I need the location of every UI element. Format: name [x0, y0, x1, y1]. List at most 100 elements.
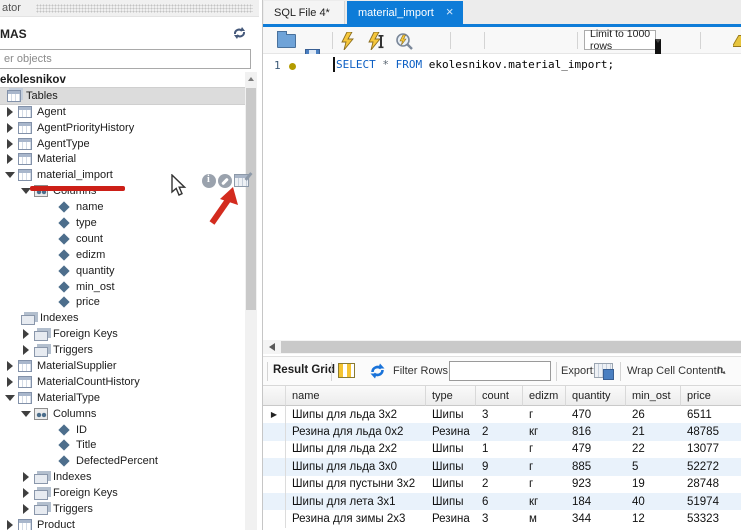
cell-min-ost[interactable]: 12	[626, 510, 681, 527]
cell-count[interactable]: 9	[476, 458, 523, 475]
cell-price[interactable]: 48785	[681, 423, 741, 440]
cell-edizm[interactable]: г	[523, 476, 566, 493]
cell-min-ost[interactable]: 26	[626, 406, 681, 423]
scroll-up-icon[interactable]	[245, 72, 257, 85]
tree-item[interactable]: Indexes	[0, 469, 245, 485]
expand-arrow-icon[interactable]	[21, 472, 34, 482]
tree-item[interactable]: Columns	[0, 406, 245, 422]
table-row[interactable]: Шипы для льда 2x2 Шипы 1 г 479 22 13077	[263, 441, 741, 458]
cell-count[interactable]: 1	[476, 441, 523, 458]
limit-rows-dropdown[interactable]: Limit to 1000 rows	[584, 30, 656, 50]
cell-name[interactable]: Шипы для льда 3x0	[286, 458, 426, 475]
tree-item[interactable]: AgentType	[0, 136, 245, 152]
cell-price[interactable]: 51974	[681, 493, 741, 510]
wrap-cell-icon[interactable]	[717, 363, 725, 377]
expand-arrow-icon[interactable]	[5, 361, 18, 371]
cell-quantity[interactable]: 885	[566, 458, 626, 475]
cell-quantity[interactable]: 344	[566, 510, 626, 527]
cell-quantity[interactable]: 184	[566, 493, 626, 510]
cell-price[interactable]: 52272	[681, 458, 741, 475]
row-selector[interactable]: ▶	[263, 406, 286, 423]
table-row[interactable]: Шипы для льда 3x0 Шипы 9 г 885 5 52272	[263, 458, 741, 475]
cell-type[interactable]: Шипы	[426, 406, 476, 423]
cell-name[interactable]: Шипы для льда 3x2	[286, 406, 426, 423]
row-selector[interactable]	[263, 510, 286, 527]
tree-item[interactable]: Indexes	[0, 310, 245, 326]
tree-item[interactable]: AgentPriorityHistory	[0, 120, 245, 136]
table-row[interactable]: Резина для зимы 2x3 Резина 3 м 344 12 53…	[263, 510, 741, 527]
open-file-icon[interactable]	[277, 34, 296, 48]
export-icon[interactable]	[594, 363, 613, 378]
cell-count[interactable]: 2	[476, 423, 523, 440]
cell-min-ost[interactable]: 19	[626, 476, 681, 493]
cell-edizm[interactable]: г	[523, 441, 566, 458]
tree-item[interactable]: DefectedPercent	[0, 453, 245, 469]
scroll-left-icon[interactable]	[265, 341, 279, 353]
cell-name[interactable]: Шипы для лета 3x1	[286, 493, 426, 510]
expand-arrow-icon[interactable]	[21, 488, 34, 498]
beautify-icon-partial[interactable]	[733, 33, 741, 47]
tree-item[interactable]: Agent	[0, 104, 245, 120]
column-header[interactable]: quantity	[566, 386, 626, 406]
tree-item[interactable]: Product	[0, 517, 245, 530]
expand-arrow-icon[interactable]	[21, 329, 34, 339]
tree-item[interactable]: MaterialCountHistory	[0, 374, 245, 390]
cell-min-ost[interactable]: 40	[626, 493, 681, 510]
column-header[interactable]: name	[286, 386, 426, 406]
sql-code-editor[interactable]: 1 SELECT * FROM ekolesnikov.material_imp…	[263, 54, 741, 340]
cell-count[interactable]: 2	[476, 476, 523, 493]
row-selector[interactable]	[263, 458, 286, 475]
tree-item[interactable]: Triggers	[0, 501, 245, 517]
cell-edizm[interactable]: кг	[523, 423, 566, 440]
cell-count[interactable]: 3	[476, 510, 523, 527]
cell-edizm[interactable]: г	[523, 458, 566, 475]
row-selector[interactable]	[263, 423, 286, 440]
cell-type[interactable]: Резина	[426, 423, 476, 440]
grid-icon[interactable]	[338, 363, 355, 378]
cell-edizm[interactable]: кг	[523, 493, 566, 510]
cell-type[interactable]: Шипы	[426, 476, 476, 493]
column-header[interactable]: edizm	[523, 386, 566, 406]
tree-item[interactable]: quantity	[0, 263, 245, 279]
column-header[interactable]: type	[426, 386, 476, 406]
explain-icon[interactable]	[395, 32, 414, 50]
tree-item[interactable]: count	[0, 231, 245, 247]
expand-arrow-icon[interactable]	[21, 345, 34, 355]
tree-item[interactable]: Title	[0, 437, 245, 453]
tree-item[interactable]: Tables	[0, 88, 245, 104]
tree-item[interactable]: ekolesnikov	[0, 72, 245, 88]
sidebar-scrollbar[interactable]	[245, 72, 257, 530]
row-selector[interactable]	[263, 493, 286, 510]
cell-min-ost[interactable]: 5	[626, 458, 681, 475]
table-row[interactable]: Шипы для пустыни 3x2 Шипы 2 г 923 19 287…	[263, 476, 741, 493]
schemas-refresh-icon[interactable]	[232, 26, 247, 40]
cell-count[interactable]: 6	[476, 493, 523, 510]
expand-arrow-icon[interactable]	[5, 123, 18, 133]
tab-material-import[interactable]: material_import	[347, 1, 463, 24]
tab-sql-file-4[interactable]: SQL File 4*	[264, 1, 345, 24]
cell-type[interactable]: Шипы	[426, 458, 476, 475]
tree-item[interactable]: MaterialSupplier	[0, 358, 245, 374]
expand-arrow-icon[interactable]	[5, 377, 18, 387]
tree-item[interactable]: ID	[0, 422, 245, 438]
cell-name[interactable]: Шипы для льда 2x2	[286, 441, 426, 458]
cell-edizm[interactable]: г	[523, 406, 566, 423]
tree-item[interactable]: min_ost	[0, 279, 245, 295]
tree-item[interactable]: Triggers	[0, 342, 245, 358]
expand-arrow-icon[interactable]	[5, 107, 18, 117]
expand-arrow-icon[interactable]	[5, 170, 18, 180]
cell-quantity[interactable]: 470	[566, 406, 626, 423]
column-header[interactable]: price	[681, 386, 741, 406]
cell-quantity[interactable]: 816	[566, 423, 626, 440]
tree-item[interactable]: Foreign Keys	[0, 326, 245, 342]
tree-item[interactable]: edizm	[0, 247, 245, 263]
cell-price[interactable]: 6511	[681, 406, 741, 423]
column-header[interactable]: min_ost	[626, 386, 681, 406]
column-header[interactable]: count	[476, 386, 523, 406]
hscrollbar-thumb[interactable]	[281, 341, 741, 353]
cell-price[interactable]: 53323	[681, 510, 741, 527]
expand-arrow-icon[interactable]	[21, 504, 34, 514]
cell-edizm[interactable]: м	[523, 510, 566, 527]
cell-name[interactable]: Резина для зимы 2x3	[286, 510, 426, 527]
expand-arrow-icon[interactable]	[5, 393, 18, 403]
